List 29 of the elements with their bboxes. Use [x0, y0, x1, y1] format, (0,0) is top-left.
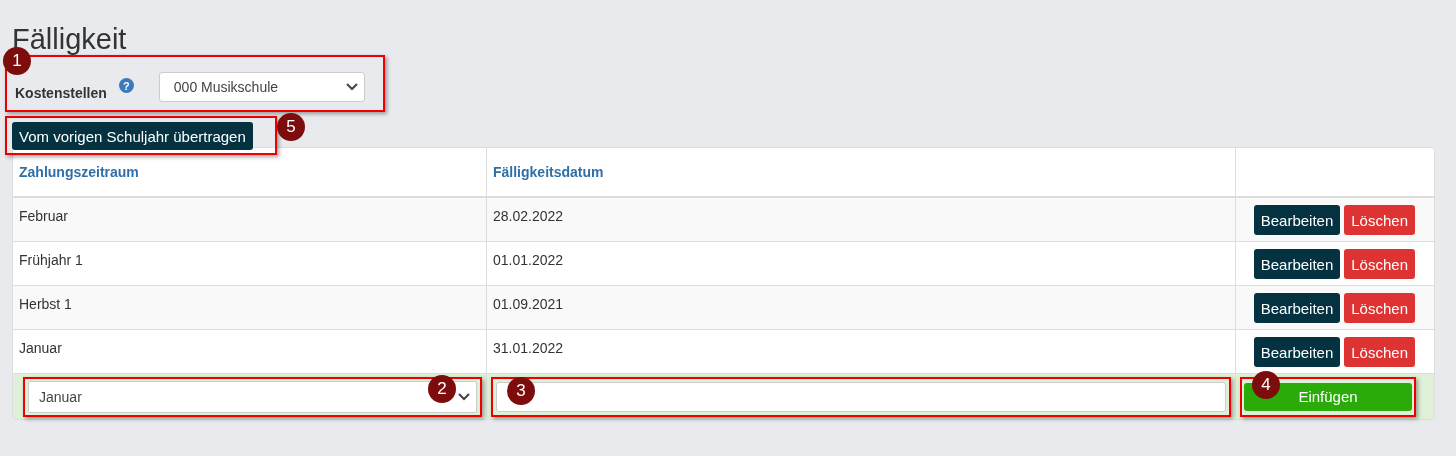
delete-button[interactable]: Löschen: [1344, 249, 1415, 279]
table-cell: 31.01.2022: [493, 340, 564, 356]
table-cell: Januar: [19, 340, 62, 356]
column-header: Zahlungszeitraum: [18, 163, 140, 182]
delete-button[interactable]: Löschen: [1344, 337, 1415, 367]
table-cell: 01.09.2021: [493, 296, 564, 312]
step-badge: 4: [1252, 370, 1280, 399]
delete-button[interactable]: Löschen: [1344, 293, 1415, 323]
chevron-down-icon: [458, 392, 470, 401]
step-badge: 3: [507, 376, 535, 405]
chevron-down-icon: [345, 82, 358, 91]
step-badge: 2: [428, 374, 456, 403]
edit-button[interactable]: Bearbeiten: [1253, 293, 1341, 323]
help-icon[interactable]: ?: [118, 78, 134, 93]
field-label: Kostenstellen: [15, 84, 107, 101]
edit-button[interactable]: Bearbeiten: [1253, 205, 1341, 235]
table-cell: Frühjahr 1: [19, 252, 83, 268]
table-cell: Februar: [19, 208, 69, 224]
step-badge: 5: [277, 113, 305, 141]
edit-button[interactable]: Bearbeiten: [1253, 337, 1341, 367]
delete-button[interactable]: Löschen: [1344, 205, 1415, 235]
transfer-button[interactable]: Vom vorigen Schuljahr übertragen: [12, 122, 253, 150]
column-header: Fälligkeitsdatum: [486, 148, 1235, 196]
edit-button[interactable]: Bearbeiten: [1253, 249, 1341, 279]
table-cell: 01.01.2022: [493, 252, 564, 268]
table-cell: Herbst 1: [19, 296, 72, 312]
cost-center-select[interactable]: 000 Musikschule: [158, 71, 365, 102]
step-badge: 1: [3, 47, 31, 75]
table-cell: 28.02.2022: [493, 208, 564, 224]
